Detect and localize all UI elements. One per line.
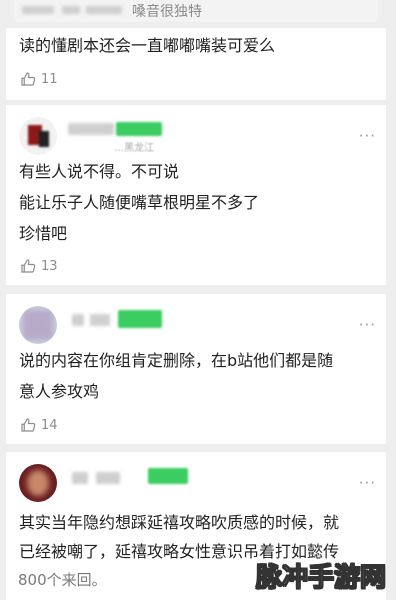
comment-text: 珍惜吧 bbox=[19, 224, 68, 243]
comment-text: 读的懂剧本还会一直嘟嘟嘴装可爱么 bbox=[19, 36, 276, 55]
blurred-username bbox=[62, 6, 80, 14]
comment-card: 读的懂剧本还会一直嘟嘟嘴装可爱么 11 bbox=[6, 28, 386, 100]
thumbs-up-icon bbox=[21, 418, 36, 432]
thumbs-up-icon bbox=[21, 72, 36, 86]
avatar[interactable] bbox=[19, 117, 57, 155]
blurred-username bbox=[22, 6, 54, 14]
blurred-username bbox=[72, 472, 88, 484]
comment-card: …黑龙江 ··· 有些人说不得。不可说 能让乐子人随便嘴草根明星不多了 珍惜吧 … bbox=[6, 105, 386, 285]
like-count: 13 bbox=[41, 258, 58, 274]
blurred-username bbox=[72, 314, 84, 326]
user-location: …黑龙江 bbox=[114, 143, 154, 154]
more-options-icon[interactable]: ··· bbox=[359, 474, 376, 492]
more-options-icon[interactable]: ··· bbox=[359, 316, 376, 334]
avatar[interactable] bbox=[19, 464, 57, 502]
quoted-reply: 嗓音很独特 bbox=[14, 0, 378, 22]
blurred-username bbox=[86, 6, 122, 14]
blurred-username bbox=[90, 314, 110, 326]
like-button[interactable]: 11 bbox=[19, 70, 58, 88]
user-badge bbox=[116, 122, 162, 136]
quoted-reply-text: 嗓音很独特 bbox=[132, 4, 202, 20]
avatar[interactable] bbox=[19, 306, 57, 344]
blurred-username bbox=[96, 472, 120, 484]
more-options-icon[interactable]: ··· bbox=[359, 127, 376, 145]
like-button[interactable]: 14 bbox=[19, 416, 58, 434]
user-badge bbox=[118, 310, 162, 328]
comment-text: 说的内容在你组肯定删除，在b站他们都是随 bbox=[19, 351, 334, 370]
like-count: 14 bbox=[41, 417, 58, 433]
comment-text: 能让乐子人随便嘴草根明星不多了 bbox=[19, 193, 260, 212]
site-watermark: 脉冲手游网 bbox=[255, 563, 386, 594]
blurred-username bbox=[68, 123, 114, 135]
comment-continuation-text: 800个来回。 bbox=[18, 571, 107, 589]
comment-text: 其实当年隐约想踩延禧攻略吹质感的时候，就 bbox=[19, 513, 340, 532]
comment-text: 有些人说不得。不可说 bbox=[19, 162, 180, 181]
like-count: 11 bbox=[41, 71, 58, 87]
user-badge bbox=[148, 468, 188, 484]
comment-text: 意人参攻鸡 bbox=[19, 382, 100, 401]
thumbs-up-icon bbox=[21, 259, 36, 273]
comment-card: ··· 说的内容在你组肯定删除，在b站他们都是随 意人参攻鸡 14 bbox=[6, 294, 386, 444]
like-button[interactable]: 13 bbox=[19, 257, 58, 275]
